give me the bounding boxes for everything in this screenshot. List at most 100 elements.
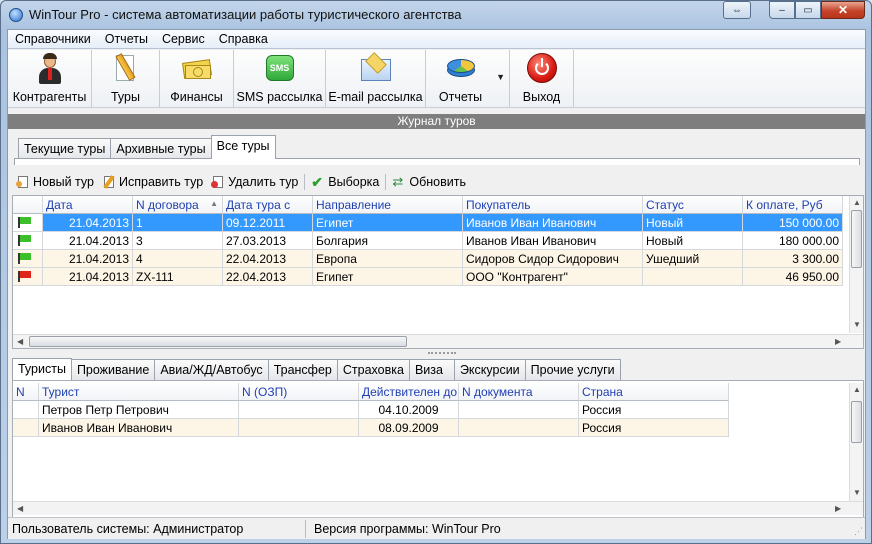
tab-all-tours[interactable]: Все туры bbox=[210, 135, 276, 159]
scroll-right-icon[interactable]: ▶ bbox=[835, 337, 841, 346]
col-date[interactable]: Дата bbox=[43, 196, 133, 214]
menu-bar: Справочники Отчеты Сервис Справка bbox=[8, 30, 865, 49]
tours-horizontal-scrollbar[interactable]: ◀ ▶ bbox=[13, 334, 863, 348]
tab-transport[interactable]: Авиа/ЖД/Автобус bbox=[154, 359, 269, 380]
scroll-up-icon[interactable]: ▲ bbox=[853, 198, 861, 207]
table-row[interactable]: 21.04.2013 ZX-111 22.04.2013 Египет ООО … bbox=[13, 268, 843, 286]
scroll-left-icon[interactable]: ◀ bbox=[17, 504, 23, 513]
edit-tour-label: Исправить тур bbox=[119, 175, 204, 189]
window-title: WinTour Pro - система автоматизации рабо… bbox=[29, 7, 462, 22]
filter-label: Выборка bbox=[328, 175, 380, 189]
sms-mailing-button[interactable]: SMS SMS рассылка bbox=[234, 50, 326, 108]
col-document[interactable]: N документа bbox=[459, 383, 579, 401]
table-row[interactable]: 21.04.2013 4 22.04.2013 Европа Сидоров С… bbox=[13, 250, 843, 268]
edit-tour-button[interactable]: Исправить тур bbox=[98, 172, 207, 192]
cell-document bbox=[459, 401, 579, 419]
sms-mailing-label: SMS рассылка bbox=[236, 90, 323, 104]
actions-bar: Новый тур Исправить тур Удалить тур ✔ Вы… bbox=[12, 171, 470, 193]
new-tour-button[interactable]: Новый тур bbox=[12, 172, 98, 192]
refresh-button[interactable]: ⇄ Обновить bbox=[388, 172, 470, 192]
scroll-up-icon[interactable]: ▲ bbox=[853, 385, 861, 394]
resize-grip-icon[interactable]: ⋰ bbox=[854, 526, 863, 537]
col-tourist[interactable]: Турист bbox=[39, 383, 239, 401]
finance-button[interactable]: Финансы bbox=[160, 50, 234, 108]
col-direction[interactable]: Направление bbox=[313, 196, 463, 214]
exit-button[interactable]: Выход bbox=[510, 50, 574, 108]
tours-button[interactable]: Туры bbox=[92, 50, 160, 108]
scroll-down-icon[interactable]: ▼ bbox=[853, 320, 861, 329]
switch-view-button[interactable]: ⇔ bbox=[723, 1, 751, 19]
cell-buyer: Сидоров Сидор Сидорович bbox=[463, 250, 643, 268]
table-row[interactable]: 21.04.2013 1 09.12.2011 Египет Иванов Ив… bbox=[13, 214, 843, 232]
col-status[interactable]: Статус bbox=[643, 196, 743, 214]
tab-panel-edge bbox=[14, 158, 860, 165]
minimize-button[interactable]: – bbox=[769, 1, 795, 19]
email-icon bbox=[360, 52, 392, 85]
finance-label: Финансы bbox=[170, 90, 223, 104]
col-amount[interactable]: К оплате, Руб bbox=[743, 196, 843, 214]
delete-tour-button[interactable]: Удалить тур bbox=[207, 172, 302, 192]
tab-insurance[interactable]: Страховка bbox=[336, 359, 410, 380]
col-buyer[interactable]: Покупатель bbox=[463, 196, 643, 214]
tab-other-services[interactable]: Прочие услуги bbox=[524, 359, 621, 380]
scroll-down-icon[interactable]: ▼ bbox=[853, 488, 861, 497]
scroll-right-icon[interactable]: ▶ bbox=[835, 504, 841, 513]
cell-contract: 1 bbox=[133, 214, 223, 232]
tab-accommodation[interactable]: Проживание bbox=[70, 359, 156, 380]
sort-ascending-icon: ▲ bbox=[210, 199, 218, 208]
tab-excursions[interactable]: Экскурсии bbox=[453, 359, 526, 380]
chevron-down-icon[interactable]: ▼ bbox=[496, 72, 505, 82]
cell-status: Новый bbox=[643, 214, 743, 232]
tab-archived-tours[interactable]: Архивные туры bbox=[110, 138, 212, 159]
table-row[interactable]: Петров Петр Петрович 04.10.2009 Россия bbox=[13, 401, 729, 419]
edit-pencil-icon bbox=[102, 175, 116, 189]
scroll-thumb[interactable] bbox=[851, 401, 862, 443]
cell-ozp bbox=[239, 401, 359, 419]
tourists-vertical-scrollbar[interactable]: ▲ ▼ bbox=[849, 383, 863, 501]
close-button[interactable]: ✕ bbox=[821, 1, 865, 19]
table-row[interactable]: 21.04.2013 3 27.03.2013 Болгария Иванов … bbox=[13, 232, 843, 250]
tab-current-tours[interactable]: Текущие туры bbox=[18, 138, 112, 159]
minimize-icon: – bbox=[779, 4, 785, 16]
email-mailing-button[interactable]: E-mail рассылка bbox=[326, 50, 426, 108]
scroll-left-icon[interactable]: ◀ bbox=[17, 337, 23, 346]
contractors-button[interactable]: Контрагенты bbox=[8, 50, 92, 108]
status-bar: Пользователь системы: Администратор Верс… bbox=[8, 517, 865, 539]
cell-date: 21.04.2013 bbox=[43, 250, 133, 268]
tourists-horizontal-scrollbar[interactable]: ◀ ▶ bbox=[13, 501, 863, 515]
scroll-thumb[interactable] bbox=[29, 336, 407, 347]
menu-service[interactable]: Сервис bbox=[155, 30, 212, 48]
cell-tourist: Иванов Иван Иванович bbox=[39, 419, 239, 437]
client-area: Справочники Отчеты Сервис Справка Контра… bbox=[7, 29, 866, 539]
tours-grid-header: Дата N договора ▲ Дата тура с Направлени… bbox=[13, 196, 843, 214]
table-row[interactable]: Иванов Иван Иванович 08.09.2009 Россия bbox=[13, 419, 729, 437]
tab-visa[interactable]: Виза bbox=[408, 359, 455, 380]
reports-button[interactable]: ▼ Отчеты bbox=[426, 50, 510, 108]
col-tour-date[interactable]: Дата тура с bbox=[223, 196, 313, 214]
col-valid-until[interactable]: Действителен до bbox=[359, 383, 459, 401]
col-number[interactable]: N bbox=[13, 383, 39, 401]
menu-reports[interactable]: Отчеты bbox=[98, 30, 155, 48]
col-ozp[interactable]: N (ОЗП) bbox=[239, 383, 359, 401]
cell-contract: ZX-111 bbox=[133, 268, 223, 286]
tab-transfer[interactable]: Трансфер bbox=[267, 359, 338, 380]
delete-document-icon bbox=[211, 175, 225, 189]
tours-grid: Дата N договора ▲ Дата тура с Направлени… bbox=[12, 195, 864, 349]
cell-direction: Болгария bbox=[313, 232, 463, 250]
sms-icon: SMS bbox=[264, 53, 296, 85]
filter-button[interactable]: ✔ Выборка bbox=[307, 172, 383, 192]
cell-status: Ушедший bbox=[643, 250, 743, 268]
col-country[interactable]: Страна bbox=[579, 383, 729, 401]
maximize-button[interactable]: ▭ bbox=[795, 1, 821, 19]
tab-tourists[interactable]: Туристы bbox=[12, 358, 72, 380]
menu-directories[interactable]: Справочники bbox=[8, 30, 98, 48]
tours-vertical-scrollbar[interactable]: ▲ ▼ bbox=[849, 196, 863, 333]
pie-chart-icon bbox=[445, 53, 477, 85]
checkmark-icon: ✔ bbox=[311, 174, 324, 190]
cell-amount: 150 000.00 bbox=[743, 214, 843, 232]
col-contract[interactable]: N договора ▲ bbox=[133, 196, 223, 214]
contractors-label: Контрагенты bbox=[12, 90, 87, 104]
menu-help[interactable]: Справка bbox=[212, 30, 275, 48]
scroll-thumb[interactable] bbox=[851, 210, 862, 268]
splitter-grip[interactable] bbox=[428, 352, 456, 356]
